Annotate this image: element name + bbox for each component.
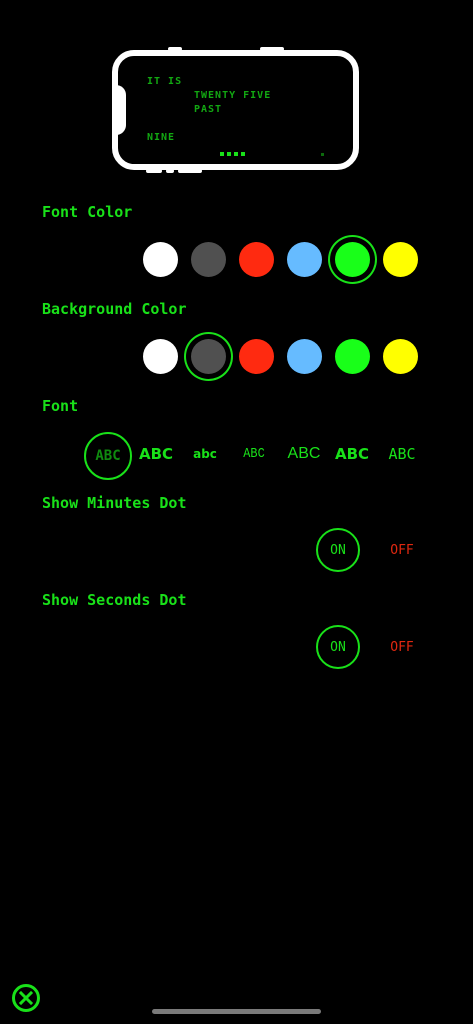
phone-button	[166, 169, 174, 173]
font-color-swatch-1[interactable]	[143, 242, 178, 277]
phone-button	[146, 169, 162, 173]
phone-button	[178, 169, 202, 173]
font-color-swatch-2[interactable]	[191, 242, 226, 277]
font-color-swatch-6[interactable]	[383, 242, 418, 277]
minute-dot	[227, 152, 231, 156]
font-color-label: Font Color	[42, 203, 133, 221]
show-seconds-dot-label: Show Seconds Dot	[42, 591, 187, 609]
close-button[interactable]	[12, 984, 40, 1012]
preview-seconds-dot	[321, 153, 324, 156]
phone-button	[168, 47, 182, 51]
background-color-label: Background Color	[42, 300, 187, 318]
seconds-dot-off-button[interactable]: OFF	[380, 625, 424, 669]
minute-dot	[220, 152, 224, 156]
preview-line-4: NINE	[147, 132, 176, 143]
font-option-1[interactable]: ABC	[84, 432, 132, 480]
show-minutes-dot-label: Show Minutes Dot	[42, 494, 187, 512]
font-color-swatch-3[interactable]	[239, 242, 274, 277]
minutes-dot-on-button[interactable]: ON	[316, 528, 360, 572]
seconds-dot-on-button[interactable]: ON	[316, 625, 360, 669]
clock-preview: IT IS TWENTY FIVE PAST NINE	[112, 47, 359, 173]
home-indicator	[152, 1009, 321, 1014]
phone-notch	[116, 85, 126, 135]
background-color-swatch-5[interactable]	[335, 339, 370, 374]
font-color-swatch-5[interactable]	[335, 242, 370, 277]
minute-dot	[241, 152, 245, 156]
phone-button	[260, 47, 284, 51]
close-icon	[18, 990, 34, 1006]
font-option-4[interactable]: ABC	[240, 432, 267, 476]
background-color-swatch-4[interactable]	[287, 339, 322, 374]
background-color-swatch-3[interactable]	[239, 339, 274, 374]
preview-line-1: IT IS	[147, 76, 183, 87]
preview-line-2: TWENTY FIVE	[194, 90, 272, 101]
background-color-swatch-6[interactable]	[383, 339, 418, 374]
background-color-swatch-1[interactable]	[143, 339, 178, 374]
font-option-6[interactable]: ABC	[334, 432, 370, 476]
preview-minute-dots	[220, 152, 245, 156]
background-color-swatch-2[interactable]	[191, 339, 226, 374]
font-option-5[interactable]: ABC	[286, 432, 322, 476]
preview-line-3: PAST	[194, 104, 223, 115]
font-option-2[interactable]: ABC	[138, 432, 174, 476]
font-option-7[interactable]: ABC	[384, 432, 420, 476]
minutes-dot-off-button[interactable]: OFF	[380, 528, 424, 572]
font-label: Font	[42, 397, 79, 415]
font-color-swatch-4[interactable]	[287, 242, 322, 277]
minute-dot	[234, 152, 238, 156]
font-option-3[interactable]: abc	[190, 432, 220, 476]
